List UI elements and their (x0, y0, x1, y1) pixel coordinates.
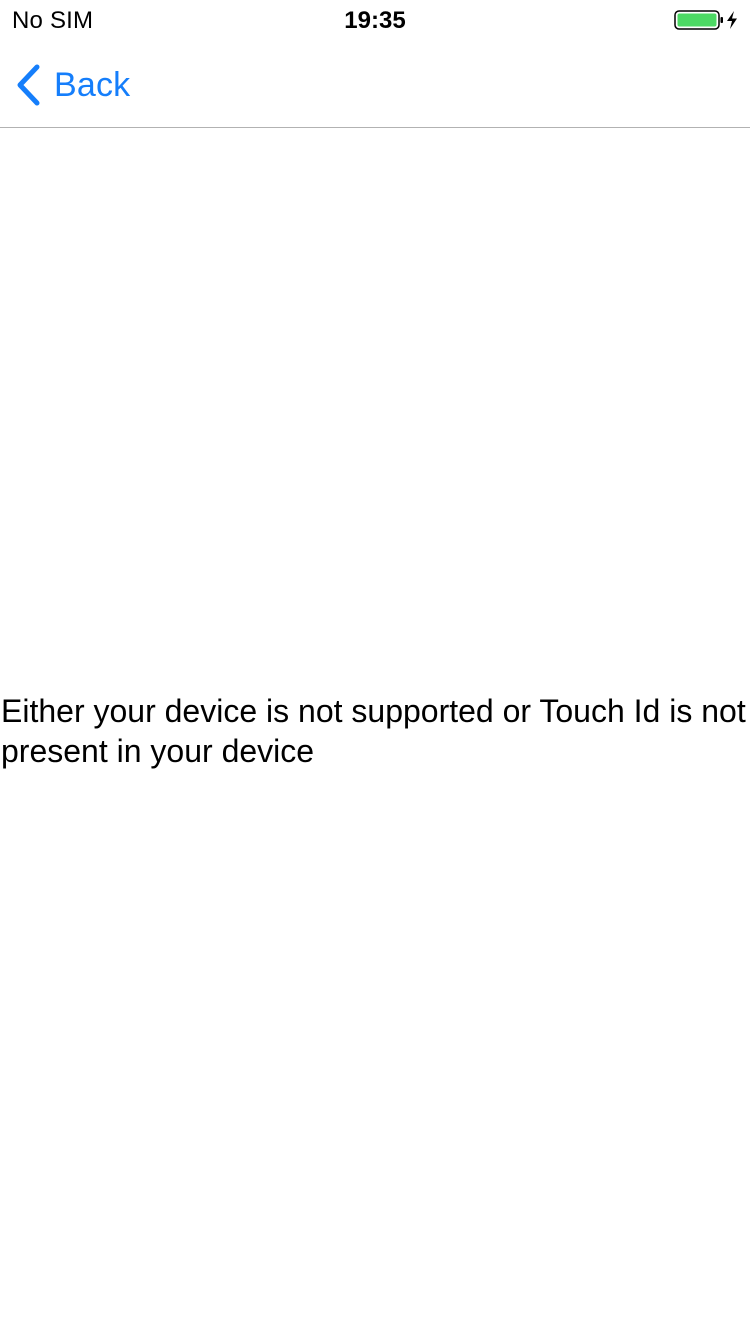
back-button[interactable]: Back (14, 62, 130, 108)
status-time: 19:35 (344, 7, 406, 34)
touch-id-unsupported-message: Either your device is not supported or T… (1, 693, 746, 769)
main-content: Either your device is not supported or T… (0, 129, 750, 1334)
status-bar: No SIM 19:35 (0, 0, 750, 40)
charging-bolt-icon (727, 11, 737, 29)
back-button-label: Back (54, 66, 131, 104)
battery-icon (674, 10, 737, 30)
battery-indicator (674, 9, 740, 31)
navigation-bar: Back (0, 40, 750, 128)
chevron-left-icon (17, 64, 40, 106)
